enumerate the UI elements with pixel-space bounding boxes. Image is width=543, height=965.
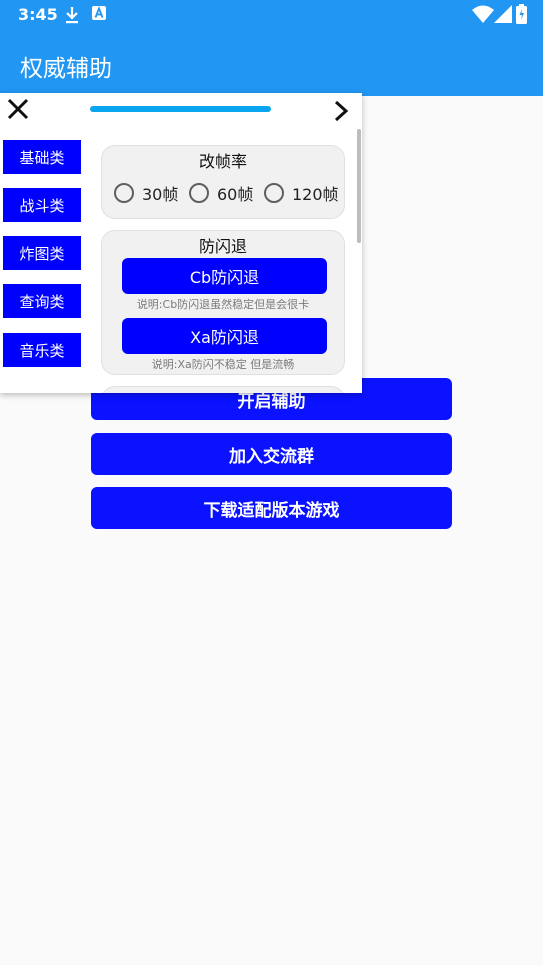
app-bar: 权威辅助 — [0, 30, 543, 96]
frame-rate-card: 改帧率 30帧 60帧 120帧 — [101, 145, 345, 219]
cb-anti-flash-button[interactable]: Cb防闪退 — [122, 258, 327, 294]
anti-flash-title: 防闪退 — [198, 237, 247, 256]
close-icon[interactable] — [6, 97, 30, 121]
a-badge-icon — [92, 6, 106, 20]
floating-menu: 基础类 战斗类 炸图类 查询类 音乐类 改帧率 30帧 60帧 120帧 防闪退… — [0, 93, 362, 393]
cb-note: 说明:Cb防闪退虽然稳定但是会很卡 — [136, 298, 310, 311]
frame-rate-radio-group: 30帧 60帧 120帧 — [114, 180, 346, 208]
category-query[interactable]: 查询类 — [3, 284, 81, 318]
status-bar: 3:45 — [0, 0, 543, 30]
signal-icon — [494, 5, 512, 23]
radio-circle — [189, 183, 209, 203]
chevron-right-icon[interactable] — [330, 99, 352, 123]
xa-note: 说明:Xa防闪不稳定 但是流畅 — [151, 358, 295, 371]
category-map[interactable]: 炸图类 — [3, 236, 81, 270]
radio-label: 120帧 — [292, 185, 339, 204]
status-time: 3:45 — [18, 5, 58, 24]
download-icon — [66, 7, 78, 24]
join-group-button[interactable]: 加入交流群 — [91, 433, 452, 475]
app-title: 权威辅助 — [20, 56, 112, 82]
frame-rate-title: 改帧率 — [198, 152, 247, 171]
radio-120fps[interactable]: 120帧 — [264, 180, 339, 206]
radio-label: 60帧 — [217, 185, 254, 204]
xa-anti-flash-button[interactable]: Xa防闪退 — [122, 318, 327, 354]
radio-circle — [264, 183, 284, 203]
progress-bar — [90, 106, 271, 112]
radio-30fps[interactable]: 30帧 — [114, 180, 178, 206]
scrollbar[interactable] — [357, 129, 361, 243]
category-basic[interactable]: 基础类 — [3, 140, 81, 174]
anti-flash-card: 防闪退 Cb防闪退 说明:Cb防闪退虽然稳定但是会很卡 Xa防闪退 说明:Xa防… — [101, 230, 345, 375]
category-music[interactable]: 音乐类 — [3, 333, 81, 367]
category-combat[interactable]: 战斗类 — [3, 188, 81, 222]
download-game-button[interactable]: 下载适配版本游戏 — [91, 487, 452, 529]
radio-label: 30帧 — [142, 185, 179, 204]
wifi-icon — [472, 5, 494, 23]
battery-icon — [516, 4, 527, 24]
radio-60fps[interactable]: 60帧 — [189, 180, 253, 206]
next-card — [101, 386, 345, 393]
radio-circle — [114, 183, 134, 203]
